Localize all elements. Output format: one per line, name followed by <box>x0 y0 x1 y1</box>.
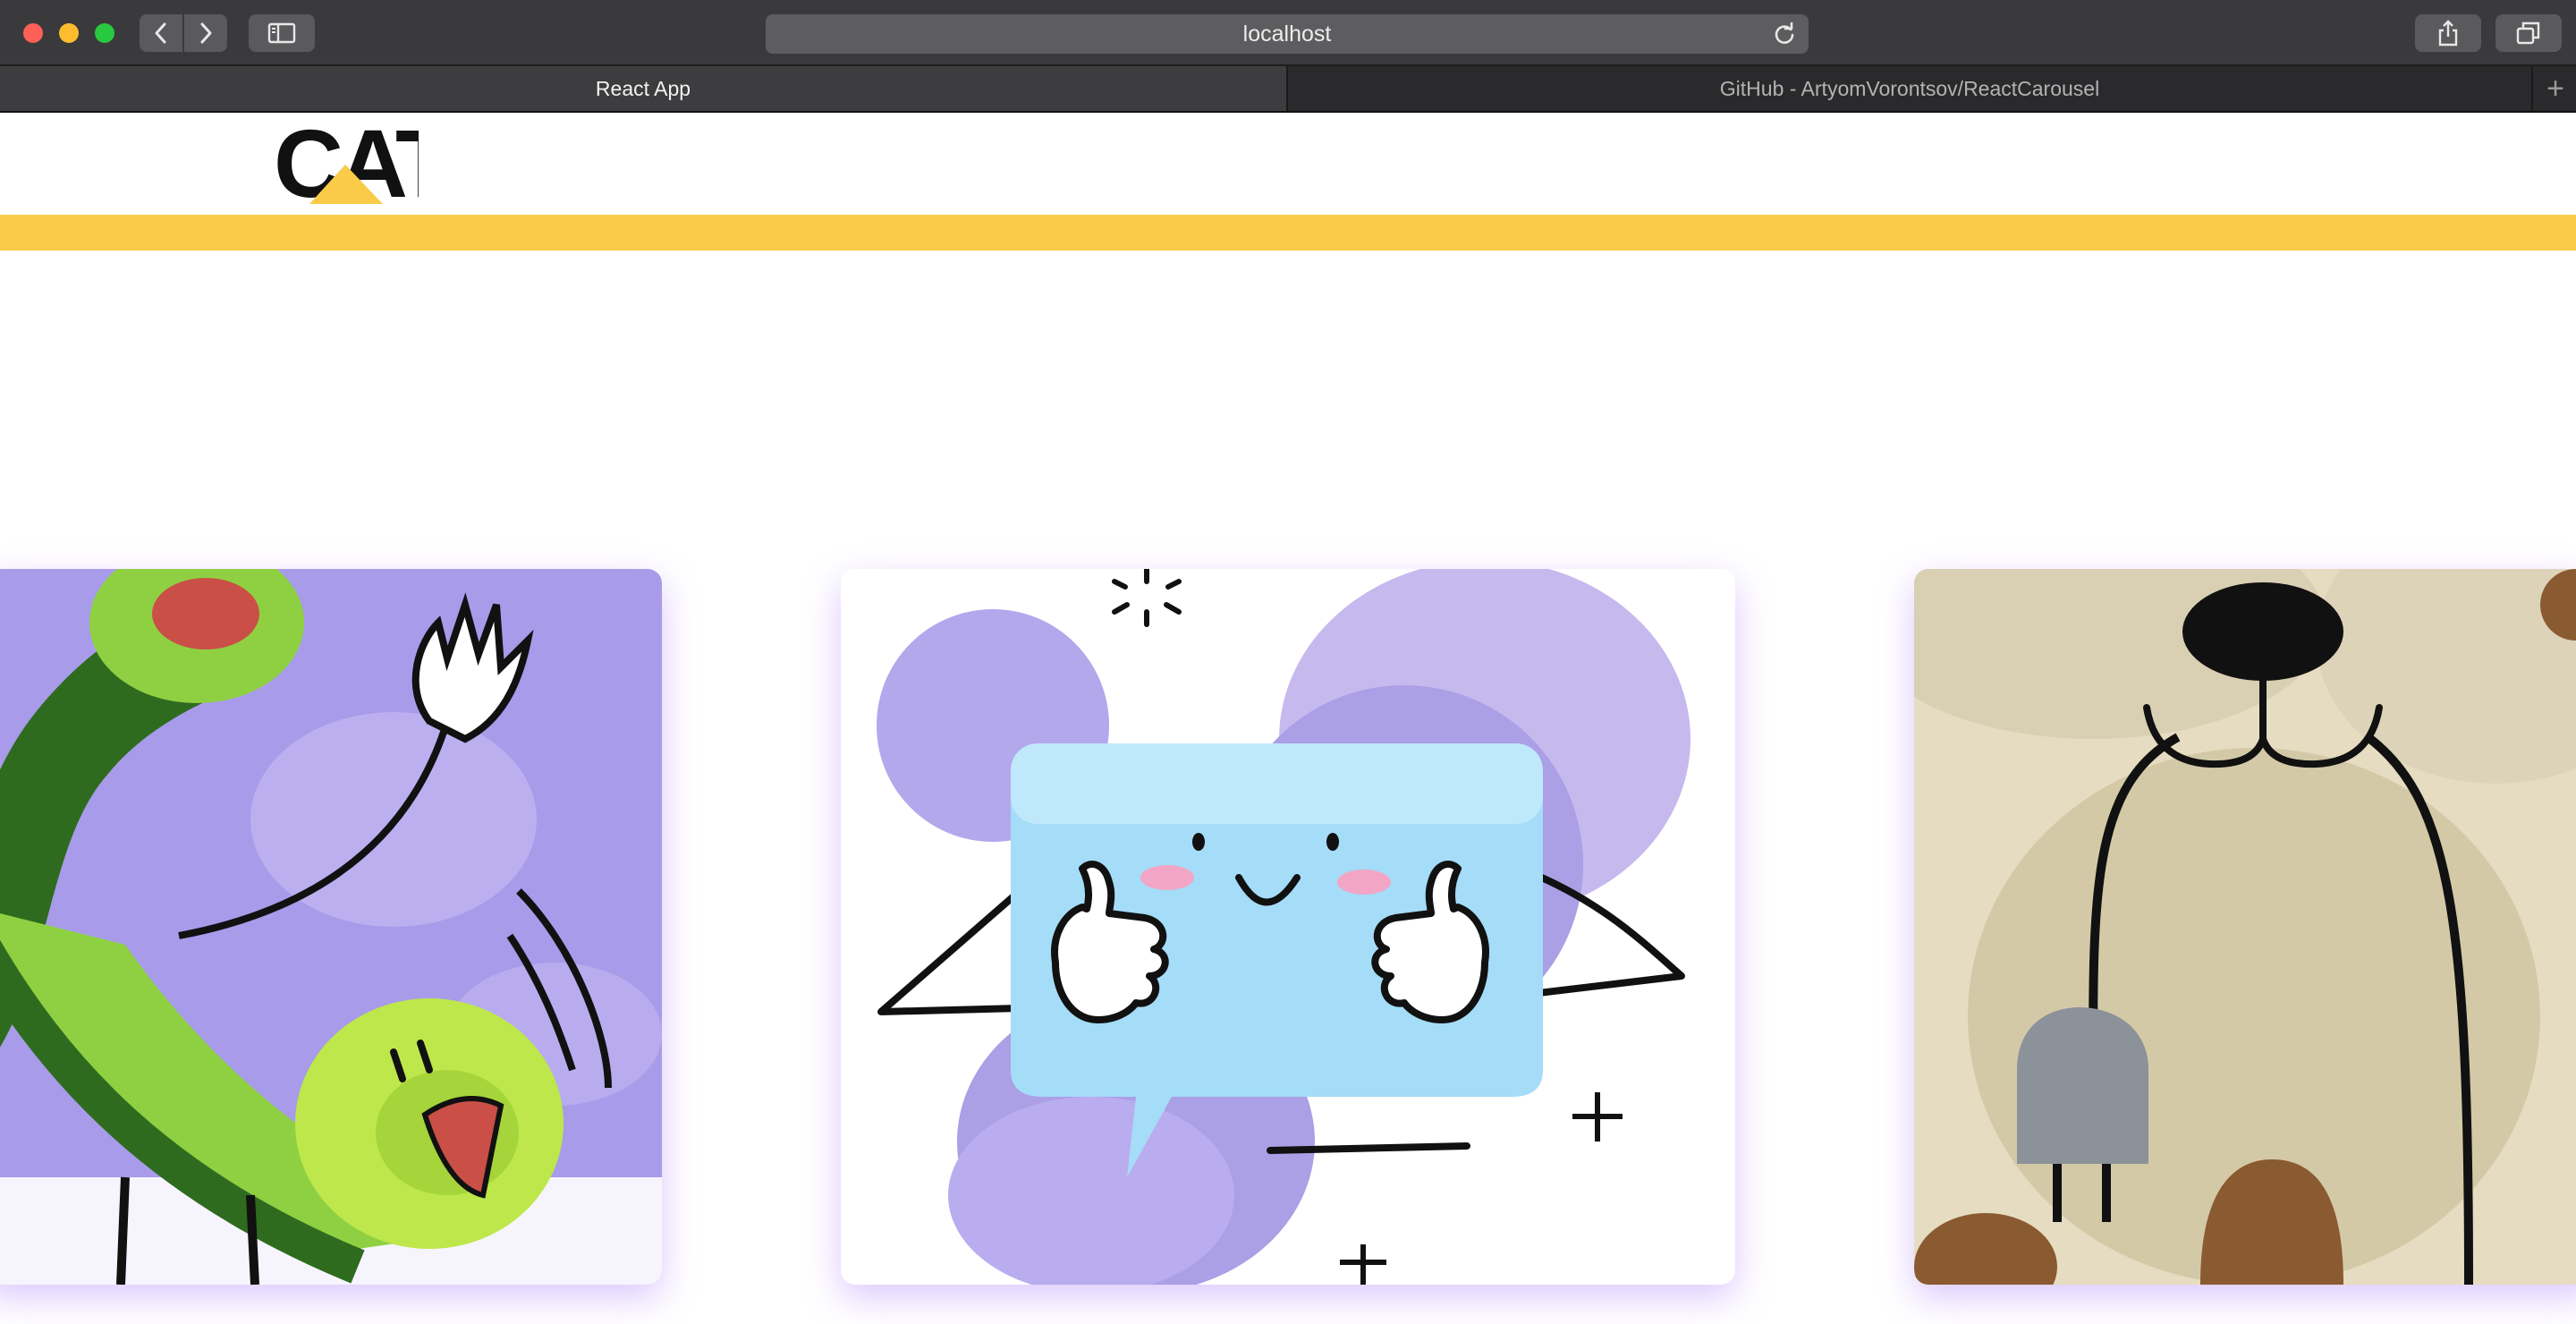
tab-label: React App <box>595 76 691 100</box>
tab-react-app[interactable]: React App <box>0 66 1288 111</box>
browser-titlebar: localhost <box>0 0 2576 66</box>
minimize-window-button[interactable] <box>59 23 79 43</box>
share-icon <box>2438 20 2458 47</box>
tab-label: GitHub - ArtyomVorontsov/ReactCarousel <box>1719 76 2100 100</box>
forward-button[interactable] <box>184 14 227 52</box>
carousel-slide-previous[interactable] <box>0 569 662 1285</box>
reload-icon[interactable] <box>1773 22 1796 46</box>
back-arrow-icon <box>155 22 166 44</box>
green-phone-receiver-icon <box>0 569 662 1285</box>
tab-bar: React App GitHub - ArtyomVorontsov/React… <box>0 66 2576 113</box>
share-button[interactable] <box>2415 14 2481 52</box>
carousel-slide-current[interactable] <box>841 569 1735 1285</box>
close-window-button[interactable] <box>23 23 43 43</box>
plus-icon: + <box>2546 71 2564 106</box>
tabs-overview-icon <box>2516 21 2540 45</box>
happy-speech-bubble-thumbs-up-icon <box>841 569 1735 1285</box>
zoom-window-button[interactable] <box>95 23 114 43</box>
carousel-slide-next[interactable] <box>1914 569 2576 1285</box>
back-button[interactable] <box>140 14 182 52</box>
address-bar[interactable]: localhost <box>766 14 1809 54</box>
sidebar-icon <box>267 22 296 44</box>
power-plug-bear-icon <box>1914 569 2576 1285</box>
address-text: localhost <box>1242 21 1332 47</box>
cat-logo[interactable]: CAT <box>274 109 459 217</box>
tab-github[interactable]: GitHub - ArtyomVorontsov/ReactCarousel <box>1288 66 2531 111</box>
sidebar-toggle-button[interactable] <box>249 14 315 52</box>
new-tab-button[interactable]: + <box>2531 66 2576 111</box>
brand-stripe <box>0 215 2576 250</box>
tab-overview-button[interactable] <box>2496 14 2562 52</box>
forward-arrow-icon <box>200 22 212 44</box>
